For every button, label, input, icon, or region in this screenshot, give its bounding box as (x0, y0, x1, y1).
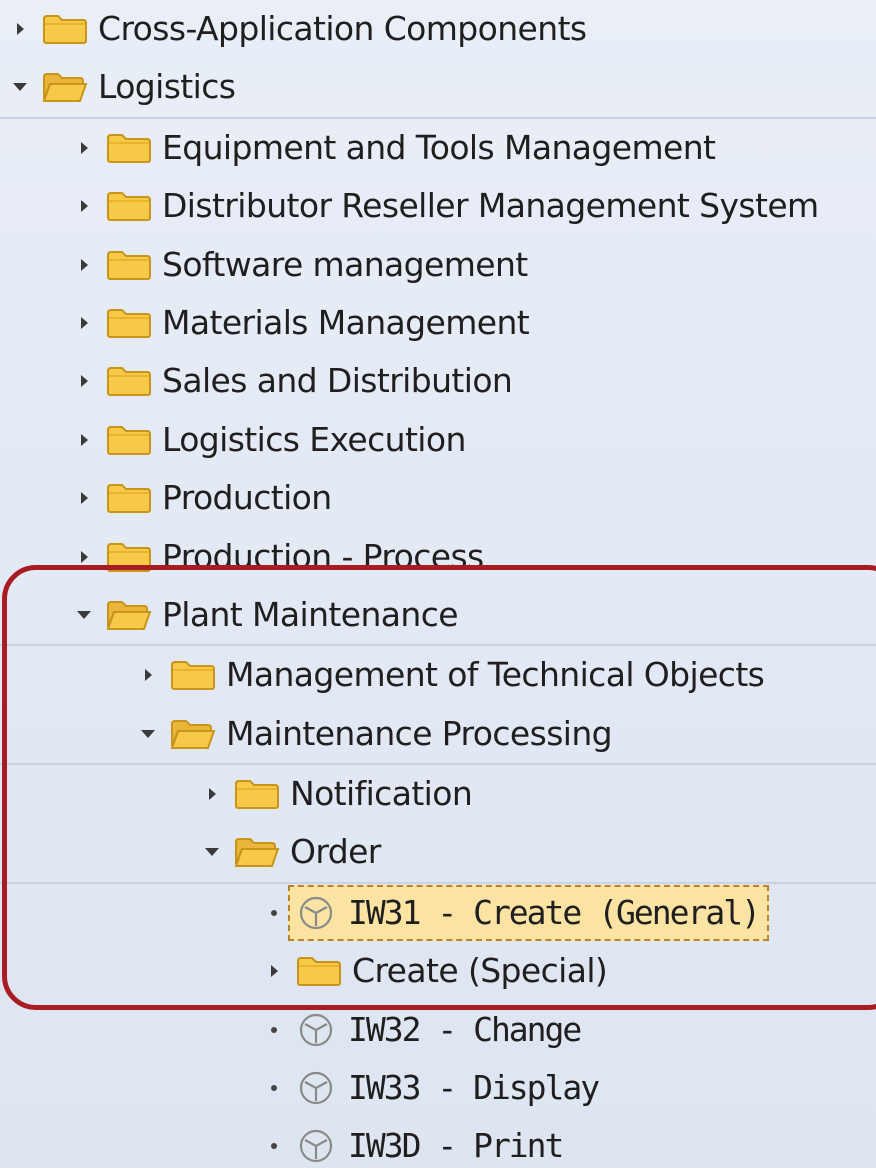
tree-node-label: Production (162, 478, 332, 518)
folder-closed-icon (106, 541, 152, 573)
triangle-right-icon[interactable] (136, 663, 160, 687)
tree-node-label: Materials Management (162, 302, 530, 342)
triangle-right-icon[interactable] (72, 311, 96, 335)
tree-node-label: IW31 - Create (General) (348, 892, 761, 932)
tree-node-cross-application-components[interactable]: Cross-Application Components (0, 0, 876, 58)
triangle-right-icon[interactable] (72, 194, 96, 218)
bullet-icon (262, 1076, 286, 1100)
folder-open-icon (234, 836, 280, 868)
folder-closed-icon (296, 955, 342, 987)
folder-closed-icon (106, 482, 152, 514)
tree-node-label: Maintenance Processing (226, 713, 613, 753)
triangle-down-icon[interactable] (136, 722, 160, 746)
bullet-icon (262, 901, 286, 925)
tree-node-logistics-execution[interactable]: Logistics Execution (0, 411, 876, 469)
triangle-right-icon[interactable] (262, 959, 286, 983)
triangle-right-icon[interactable] (72, 369, 96, 393)
tree-node-label: Equipment and Tools Management (162, 127, 716, 167)
tree-node-label: IW3D - Print (348, 1126, 564, 1166)
bullet-icon (262, 1018, 286, 1042)
triangle-right-icon[interactable] (72, 486, 96, 510)
tree-node-iw32-change[interactable]: IW32 - Change (0, 1001, 876, 1059)
tree-node-label: Distributor Reseller Management System (162, 186, 819, 226)
tree-node-label: Notification (290, 774, 473, 814)
tree-node-label: Create (Special) (352, 951, 608, 991)
transaction-cube-icon (296, 893, 336, 933)
triangle-right-icon[interactable] (72, 253, 96, 277)
folder-closed-icon (42, 13, 88, 45)
tree-node-label: Sales and Distribution (162, 361, 513, 401)
folder-closed-icon (106, 307, 152, 339)
tree-node-iw31-create-general[interactable]: IW31 - Create (General) (0, 881, 876, 942)
folder-open-icon (42, 71, 88, 103)
tree-node-order[interactable]: Order (0, 823, 876, 881)
tree-node-sales-and-distribution[interactable]: Sales and Distribution (0, 352, 876, 410)
tree-node-label: Cross-Application Components (98, 9, 587, 48)
tree-node-label: Plant Maintenance (162, 594, 459, 634)
tree-node-maintenance-processing[interactable]: Maintenance Processing (0, 705, 876, 763)
tree-node-software-management[interactable]: Software management (0, 236, 876, 294)
folder-closed-icon (106, 132, 152, 164)
folder-open-icon (106, 599, 152, 631)
tree-node-label: Logistics Execution (162, 419, 466, 459)
tree-node-notification[interactable]: Notification (0, 763, 876, 823)
tree-node-equipment-and-tools-management[interactable]: Equipment and Tools Management (0, 116, 876, 177)
folder-closed-icon (106, 424, 152, 456)
triangle-right-icon[interactable] (72, 136, 96, 160)
bullet-icon (262, 1134, 286, 1158)
tree-node-iw3d-print[interactable]: IW3D - Print (0, 1117, 876, 1175)
tree-node-management-of-technical-objects[interactable]: Management of Technical Objects (0, 644, 876, 704)
triangle-down-icon[interactable] (72, 603, 96, 627)
tree-node-label: Logistics (98, 67, 236, 107)
triangle-right-icon[interactable] (8, 17, 32, 41)
folder-closed-icon (106, 249, 152, 281)
sap-easy-access-tree: Cross-Application Components Logistics E… (0, 0, 876, 1168)
tree-node-label: IW32 - Change (348, 1009, 582, 1049)
folder-closed-icon (234, 778, 280, 810)
tree-node-production[interactable]: Production (0, 469, 876, 527)
folder-closed-icon (170, 659, 216, 691)
folder-open-icon (170, 718, 216, 750)
tree-node-logistics[interactable]: Logistics (0, 58, 876, 116)
triangle-down-icon[interactable] (8, 75, 32, 99)
transaction-cube-icon (296, 1126, 336, 1166)
tree-node-materials-management[interactable]: Materials Management (0, 294, 876, 352)
triangle-right-icon[interactable] (200, 782, 224, 806)
tree-node-label: Production - Process (162, 536, 484, 576)
tree-node-iw33-display[interactable]: IW33 - Display (0, 1059, 876, 1117)
triangle-down-icon[interactable] (200, 840, 224, 864)
transaction-cube-icon (296, 1010, 336, 1050)
transaction-cube-icon (296, 1068, 336, 1108)
selected-node-highlight[interactable]: IW31 - Create (General) (288, 884, 769, 941)
folder-closed-icon (106, 190, 152, 222)
folder-closed-icon (106, 365, 152, 397)
triangle-right-icon[interactable] (72, 428, 96, 452)
triangle-right-icon[interactable] (72, 545, 96, 569)
tree-node-label: IW33 - Display (348, 1068, 600, 1108)
tree-node-production-process[interactable]: Production - Process (0, 528, 876, 586)
tree-node-label: Management of Technical Objects (226, 655, 765, 695)
tree-node-create-special[interactable]: Create (Special) (0, 942, 876, 1000)
tree-node-label: Software management (162, 244, 528, 284)
tree-node-distributor-reseller-management-system[interactable]: Distributor Reseller Management System (0, 177, 876, 235)
tree-node-label: Order (290, 832, 381, 872)
tree-node-plant-maintenance[interactable]: Plant Maintenance (0, 586, 876, 644)
